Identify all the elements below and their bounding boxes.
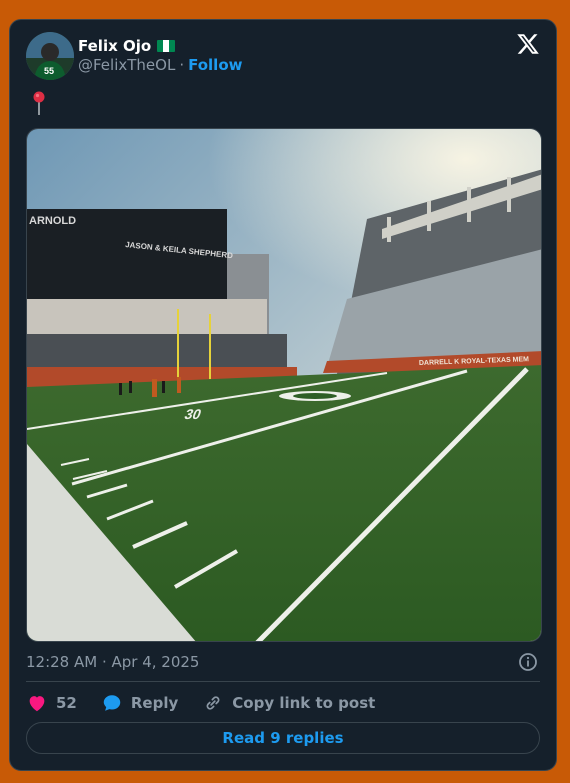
heart-icon bbox=[29, 696, 45, 712]
read-replies-button[interactable]: Read 9 replies bbox=[26, 722, 540, 754]
tweet-photo[interactable]: ARNOLD JASON & KEILA SHEPHERD DARRELL K … bbox=[26, 128, 542, 642]
author-handle-row: @FelixTheOL · Follow bbox=[78, 56, 242, 74]
like-button[interactable]: 52 bbox=[26, 692, 77, 714]
author-handle[interactable]: @FelixTheOL bbox=[78, 56, 175, 74]
author-name[interactable]: Felix Ojo bbox=[78, 37, 151, 55]
follow-button[interactable]: Follow bbox=[188, 56, 242, 74]
copy-link-label: Copy link to post bbox=[232, 694, 376, 712]
author-name-row: Felix Ojo bbox=[78, 36, 176, 56]
avatar[interactable]: 55 bbox=[26, 32, 74, 80]
speech-bubble-icon bbox=[103, 695, 121, 711]
tweet-actions: 52 Reply Copy link to post bbox=[26, 690, 399, 716]
x-logo-icon[interactable] bbox=[516, 32, 540, 56]
separator-dot: · bbox=[179, 56, 185, 74]
like-count: 52 bbox=[56, 694, 77, 712]
svg-text:55: 55 bbox=[44, 66, 54, 76]
reply-label: Reply bbox=[130, 694, 179, 712]
copy-link-button[interactable]: Copy link to post bbox=[202, 692, 375, 714]
read-replies-label: Read 9 replies bbox=[222, 729, 344, 747]
divider bbox=[26, 681, 540, 682]
scoreboard-text: ARNOLD bbox=[29, 215, 76, 227]
link-icon bbox=[206, 696, 220, 710]
tweet-timestamp[interactable]: 12:28 AM · Apr 4, 2025 bbox=[26, 653, 199, 671]
info-icon[interactable] bbox=[518, 652, 538, 672]
nigeria-flag-icon bbox=[157, 40, 176, 52]
reply-button[interactable]: Reply bbox=[101, 692, 178, 714]
tweet-card: 55 Felix Ojo @FelixTheOL · Follow ARNOLD… bbox=[9, 19, 557, 771]
round-pushpin-icon bbox=[33, 91, 45, 115]
